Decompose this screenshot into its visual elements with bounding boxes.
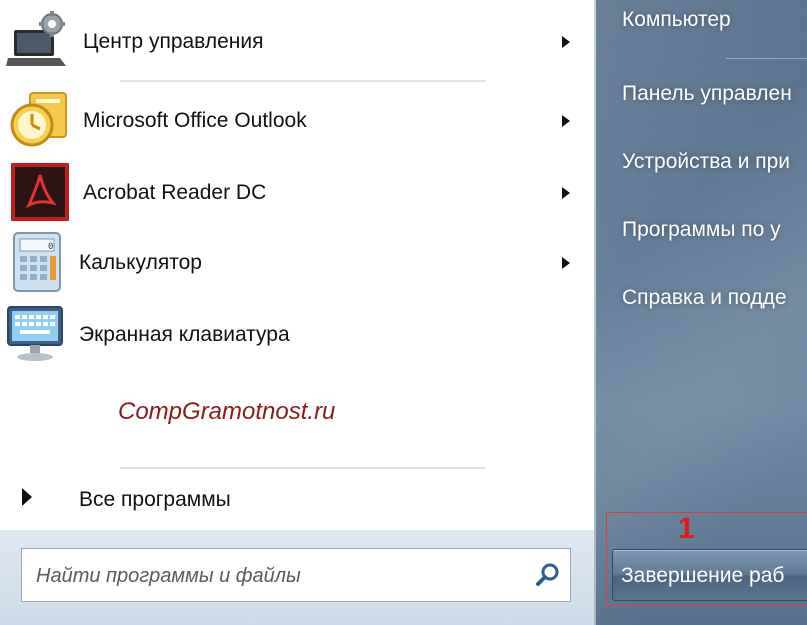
svg-text:0: 0 — [48, 242, 53, 252]
separator — [726, 58, 807, 59]
watermark-text: CompGramotnost.ru — [118, 398, 336, 425]
start-menu-places-pane: Компьютер Панель управлен Устройства и п… — [596, 0, 807, 625]
outlook-clock-icon — [10, 92, 67, 147]
shutdown-button[interactable]: Завершение раб — [612, 549, 807, 601]
right-item-computer[interactable]: Компьютер — [622, 8, 731, 32]
annotation-number: 1 — [678, 512, 695, 545]
program-label: Microsoft Office Outlook — [83, 109, 307, 132]
program-item-control-center[interactable]: Центр управления — [0, 10, 596, 74]
right-item-control-panel[interactable]: Панель управлен — [622, 82, 792, 106]
laptop-gear-icon — [6, 11, 66, 66]
separator — [120, 80, 486, 82]
all-programs-button[interactable]: Все программы — [0, 478, 596, 522]
program-label: Центр управления — [83, 30, 264, 53]
submenu-arrow-icon — [562, 257, 570, 269]
search-icon[interactable] — [534, 561, 562, 589]
right-item-help-support[interactable]: Справка и подде — [622, 286, 787, 310]
program-item-outlook[interactable]: Microsoft Office Outlook — [0, 89, 596, 153]
start-menu-programs-pane: Центр управления Microsoft Office Outloo… — [0, 0, 596, 625]
program-label: Acrobat Reader DC — [83, 181, 267, 204]
search-box[interactable] — [21, 548, 571, 602]
acrobat-icon — [11, 163, 69, 221]
all-programs-label: Все программы — [79, 488, 231, 511]
separator — [120, 467, 486, 469]
submenu-arrow-icon — [562, 36, 570, 48]
right-item-default-programs[interactable]: Программы по у — [622, 218, 781, 242]
program-label: Экранная клавиатура — [79, 323, 290, 346]
search-input[interactable] — [34, 559, 508, 593]
program-label: Калькулятор — [79, 251, 202, 274]
program-item-acrobat[interactable]: Acrobat Reader DC — [0, 161, 596, 225]
program-item-calculator[interactable]: 0 Калькулятор — [0, 231, 596, 295]
right-item-devices-printers[interactable]: Устройства и при — [622, 150, 790, 174]
expand-triangle-icon — [22, 488, 32, 506]
calculator-icon: 0 — [13, 232, 61, 292]
shutdown-label: Завершение раб — [621, 564, 785, 587]
onscreen-keyboard-icon — [7, 306, 63, 361]
submenu-arrow-icon — [562, 187, 570, 199]
program-item-onscreen-keyboard[interactable]: Экранная клавиатура — [0, 303, 596, 367]
submenu-arrow-icon — [562, 115, 570, 127]
